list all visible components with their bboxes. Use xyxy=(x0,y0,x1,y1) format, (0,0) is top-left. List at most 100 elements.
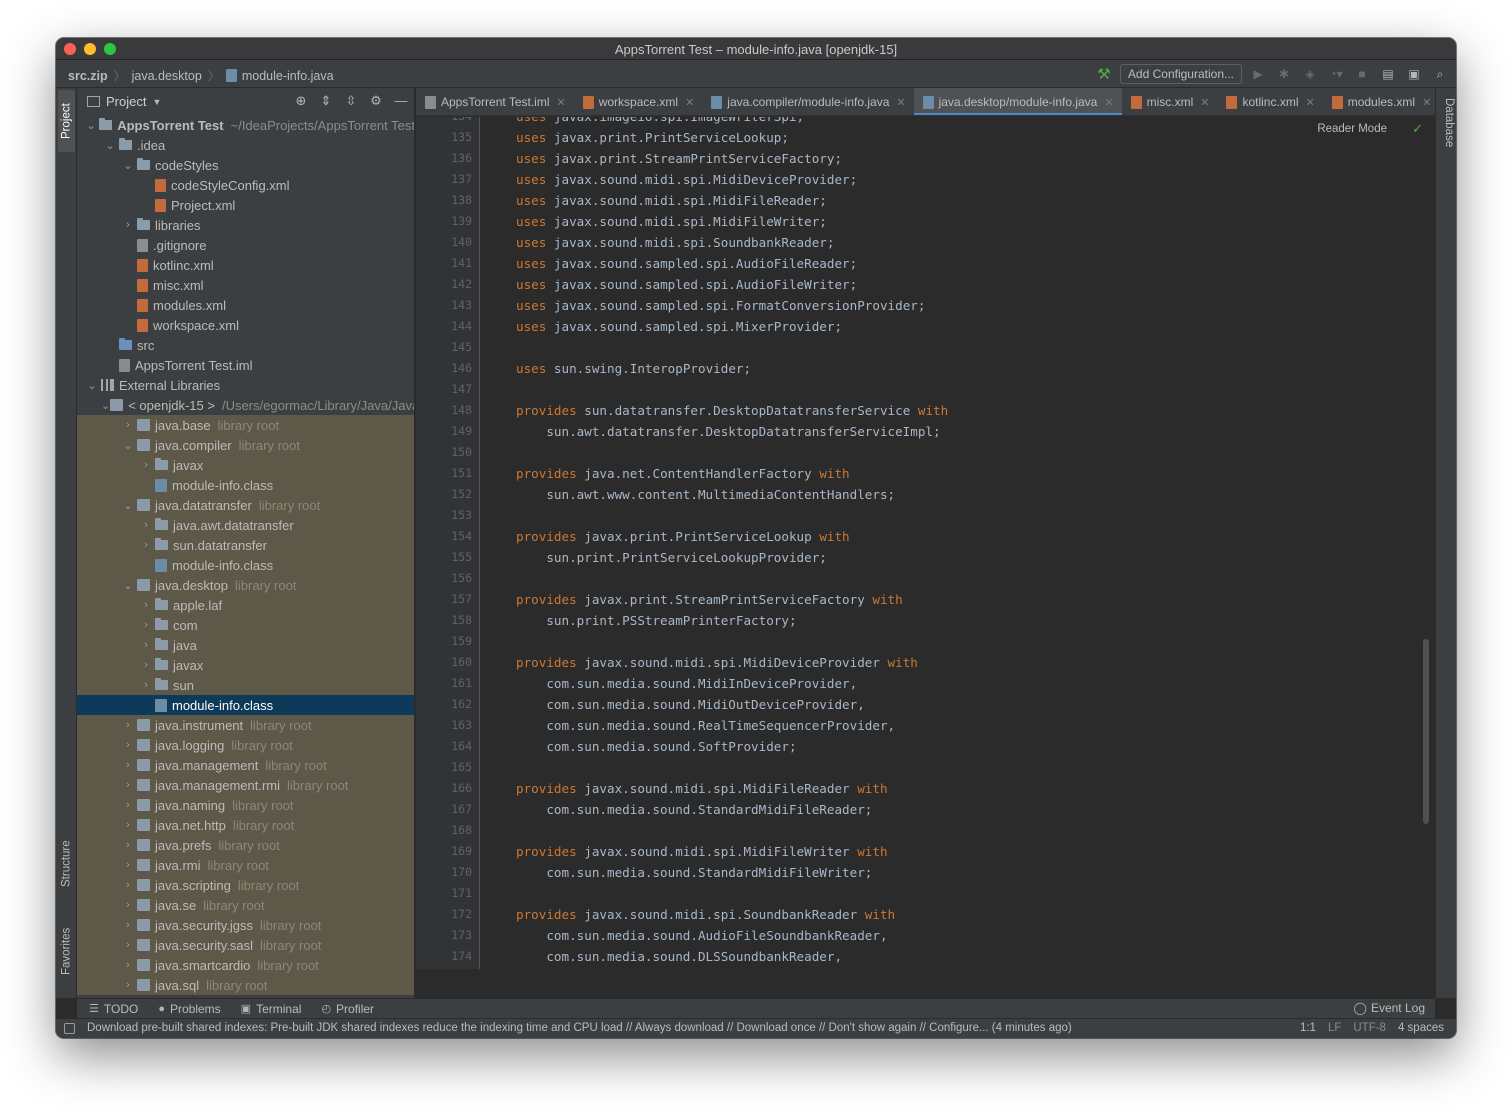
editor-tab[interactable]: java.compiler/module-info.java ✕ xyxy=(702,88,913,115)
close-tab-icon[interactable]: ✕ xyxy=(1305,96,1314,109)
tree-item[interactable]: › java.rmi library root xyxy=(77,855,414,875)
caret-position[interactable]: 1:1 xyxy=(1300,1022,1316,1034)
chevron-down-icon[interactable]: ⌄ xyxy=(119,439,137,452)
chevron-down-icon[interactable]: ⌄ xyxy=(83,119,99,132)
add-configuration-button[interactable]: Add Configuration... xyxy=(1119,64,1242,84)
close-tab-icon[interactable]: ✕ xyxy=(1200,96,1209,109)
todo-tool-button[interactable]: ☰ TODO xyxy=(89,1002,138,1016)
chevron-right-icon[interactable]: › xyxy=(119,919,137,931)
chevron-down-icon[interactable]: ⌄ xyxy=(119,579,137,592)
close-tab-icon[interactable]: ✕ xyxy=(685,96,694,109)
chevron-right-icon[interactable]: › xyxy=(119,719,137,731)
tree-item[interactable]: › java.awt.datatransfer xyxy=(77,515,414,535)
chevron-down-icon[interactable]: ⌄ xyxy=(119,499,137,512)
gear-icon[interactable]: ⚙ xyxy=(368,93,384,109)
breadcrumb-item[interactable]: module-info.java xyxy=(242,69,334,83)
tree-item[interactable]: › java.instrument library root xyxy=(77,715,414,735)
tree-item[interactable]: ›src xyxy=(77,335,414,355)
vertical-scrollbar[interactable] xyxy=(1423,639,1429,824)
chevron-down-icon[interactable]: ⌄ xyxy=(101,399,110,412)
tree-item[interactable]: ⌄ .idea xyxy=(77,135,414,155)
tree-item[interactable]: › java.prefs library root xyxy=(77,835,414,855)
code-editor[interactable]: 134 135 136 137 138 139 140 141 142 143 144 145 146 1… xyxy=(416,117,1435,969)
tree-item[interactable]: ›AppsTorrent Test.iml xyxy=(77,355,414,375)
tree-item[interactable]: ›Project.xml xyxy=(77,195,414,215)
tree-item[interactable]: › java.base library root xyxy=(77,415,414,435)
close-tab-icon[interactable]: ✕ xyxy=(557,96,566,109)
editor-tab[interactable]: java.desktop/module-info.java ✕ xyxy=(913,88,1122,115)
chevron-right-icon[interactable]: › xyxy=(119,839,137,851)
editor-tab[interactable]: kotlinc.xml ✕ xyxy=(1217,88,1322,115)
hide-panel-icon[interactable]: — xyxy=(393,93,409,109)
terminal-tool-button[interactable]: ▣ Terminal xyxy=(241,1002,302,1016)
chevron-right-icon[interactable]: › xyxy=(137,639,155,651)
status-message[interactable]: Download pre-built shared indexes: Pre-b… xyxy=(87,1022,1072,1034)
tree-item[interactable]: ›module-info.class xyxy=(77,555,414,575)
tree-item[interactable]: › java xyxy=(77,635,414,655)
chevron-down-icon[interactable]: ⌄ xyxy=(83,379,101,392)
tree-item[interactable]: ⌄ < openjdk-15 > /Users/egormac/Library/Ja… xyxy=(77,395,414,415)
structure-tool-tab[interactable]: Structure xyxy=(58,828,75,900)
locate-file-icon[interactable]: ⊕ xyxy=(293,93,309,109)
tree-item[interactable]: ›module-info.class xyxy=(77,695,414,715)
tree-item[interactable]: › sun.datatransfer xyxy=(77,535,414,555)
tree-item[interactable]: ›module-info.class xyxy=(77,475,414,495)
problems-tool-button[interactable]: ● Problems xyxy=(158,1002,220,1016)
favorites-tool-tab[interactable]: Favorites xyxy=(58,916,75,986)
chevron-right-icon[interactable]: › xyxy=(119,759,137,771)
chevron-right-icon[interactable]: › xyxy=(137,659,155,671)
chevron-right-icon[interactable]: › xyxy=(119,859,137,871)
chevron-right-icon[interactable]: › xyxy=(137,459,155,471)
tree-item[interactable]: ⌄ java.compiler library root xyxy=(77,435,414,455)
tree-item[interactable]: ›kotlinc.xml xyxy=(77,255,414,275)
chevron-right-icon[interactable]: › xyxy=(119,939,137,951)
chevron-down-icon[interactable]: ⌄ xyxy=(101,139,119,152)
editor-tab[interactable]: misc.xml ✕ xyxy=(1122,88,1218,115)
tree-item[interactable]: ›codeStyleConfig.xml xyxy=(77,175,414,195)
chevron-right-icon[interactable]: › xyxy=(119,419,137,431)
run-icon[interactable]: ▶ xyxy=(1248,64,1268,84)
chevron-down-icon[interactable]: ⌄ xyxy=(119,159,137,172)
editor-tab[interactable]: workspace.xml ✕ xyxy=(574,88,703,115)
editor-tab[interactable]: AppsTorrent Test.iml ✕ xyxy=(416,88,574,115)
toggle-tool-windows-icon[interactable] xyxy=(64,1023,75,1034)
database-tool-tab[interactable]: Database xyxy=(1438,98,1455,147)
chevron-right-icon[interactable]: › xyxy=(119,879,137,891)
stop-icon[interactable]: ■ xyxy=(1352,64,1372,84)
search-icon[interactable]: ⌕ xyxy=(1430,64,1450,84)
tree-item[interactable]: › java.logging library root xyxy=(77,735,414,755)
close-tab-icon[interactable]: ✕ xyxy=(1104,96,1113,109)
profile-icon[interactable]: ◔▾ xyxy=(1326,64,1346,84)
collapse-all-icon[interactable]: ⇳ xyxy=(343,93,359,109)
project-structure-icon[interactable]: ▤ xyxy=(1378,64,1398,84)
tree-item[interactable]: ›workspace.xml xyxy=(77,315,414,335)
tree-item[interactable]: › libraries xyxy=(77,215,414,235)
tree-item[interactable]: › apple.laf xyxy=(77,595,414,615)
tree-item[interactable]: › java.security.jgss library root xyxy=(77,915,414,935)
chevron-right-icon[interactable]: › xyxy=(119,779,137,791)
chevron-right-icon[interactable]: › xyxy=(137,619,155,631)
tree-item[interactable]: ⌄ External Libraries xyxy=(77,375,414,395)
tree-item[interactable]: › java.smartcardio library root xyxy=(77,955,414,975)
chevron-right-icon[interactable]: › xyxy=(137,539,155,551)
project-tool-tab[interactable]: Project xyxy=(58,90,75,152)
chevron-right-icon[interactable]: › xyxy=(137,519,155,531)
line-separator[interactable]: LF xyxy=(1328,1022,1341,1034)
tree-item[interactable]: › java.sql library root xyxy=(77,975,414,995)
tree-item[interactable]: › java.net.http library root xyxy=(77,815,414,835)
chevron-right-icon[interactable]: › xyxy=(119,899,137,911)
tree-item[interactable]: › java.management.rmi library root xyxy=(77,775,414,795)
tree-item[interactable]: › java.se library root xyxy=(77,895,414,915)
chevron-right-icon[interactable]: › xyxy=(119,739,137,751)
file-encoding[interactable]: UTF-8 xyxy=(1353,1022,1386,1034)
terminal-window-icon[interactable]: ▣ xyxy=(1404,64,1424,84)
close-tab-icon[interactable]: ✕ xyxy=(1422,96,1431,109)
reader-mode-toggle[interactable]: Reader Mode xyxy=(1317,123,1387,135)
breadcrumb-item[interactable]: src.zip xyxy=(68,69,108,83)
tree-item[interactable]: ›.gitignore xyxy=(77,235,414,255)
tree-item[interactable]: ›misc.xml xyxy=(77,275,414,295)
tree-item[interactable]: › java.management library root xyxy=(77,755,414,775)
breadcrumb-item[interactable]: java.desktop xyxy=(132,69,202,83)
profiler-tool-button[interactable]: ◴ Profiler xyxy=(321,1002,374,1016)
tree-item[interactable]: ⌄ java.desktop library root xyxy=(77,575,414,595)
